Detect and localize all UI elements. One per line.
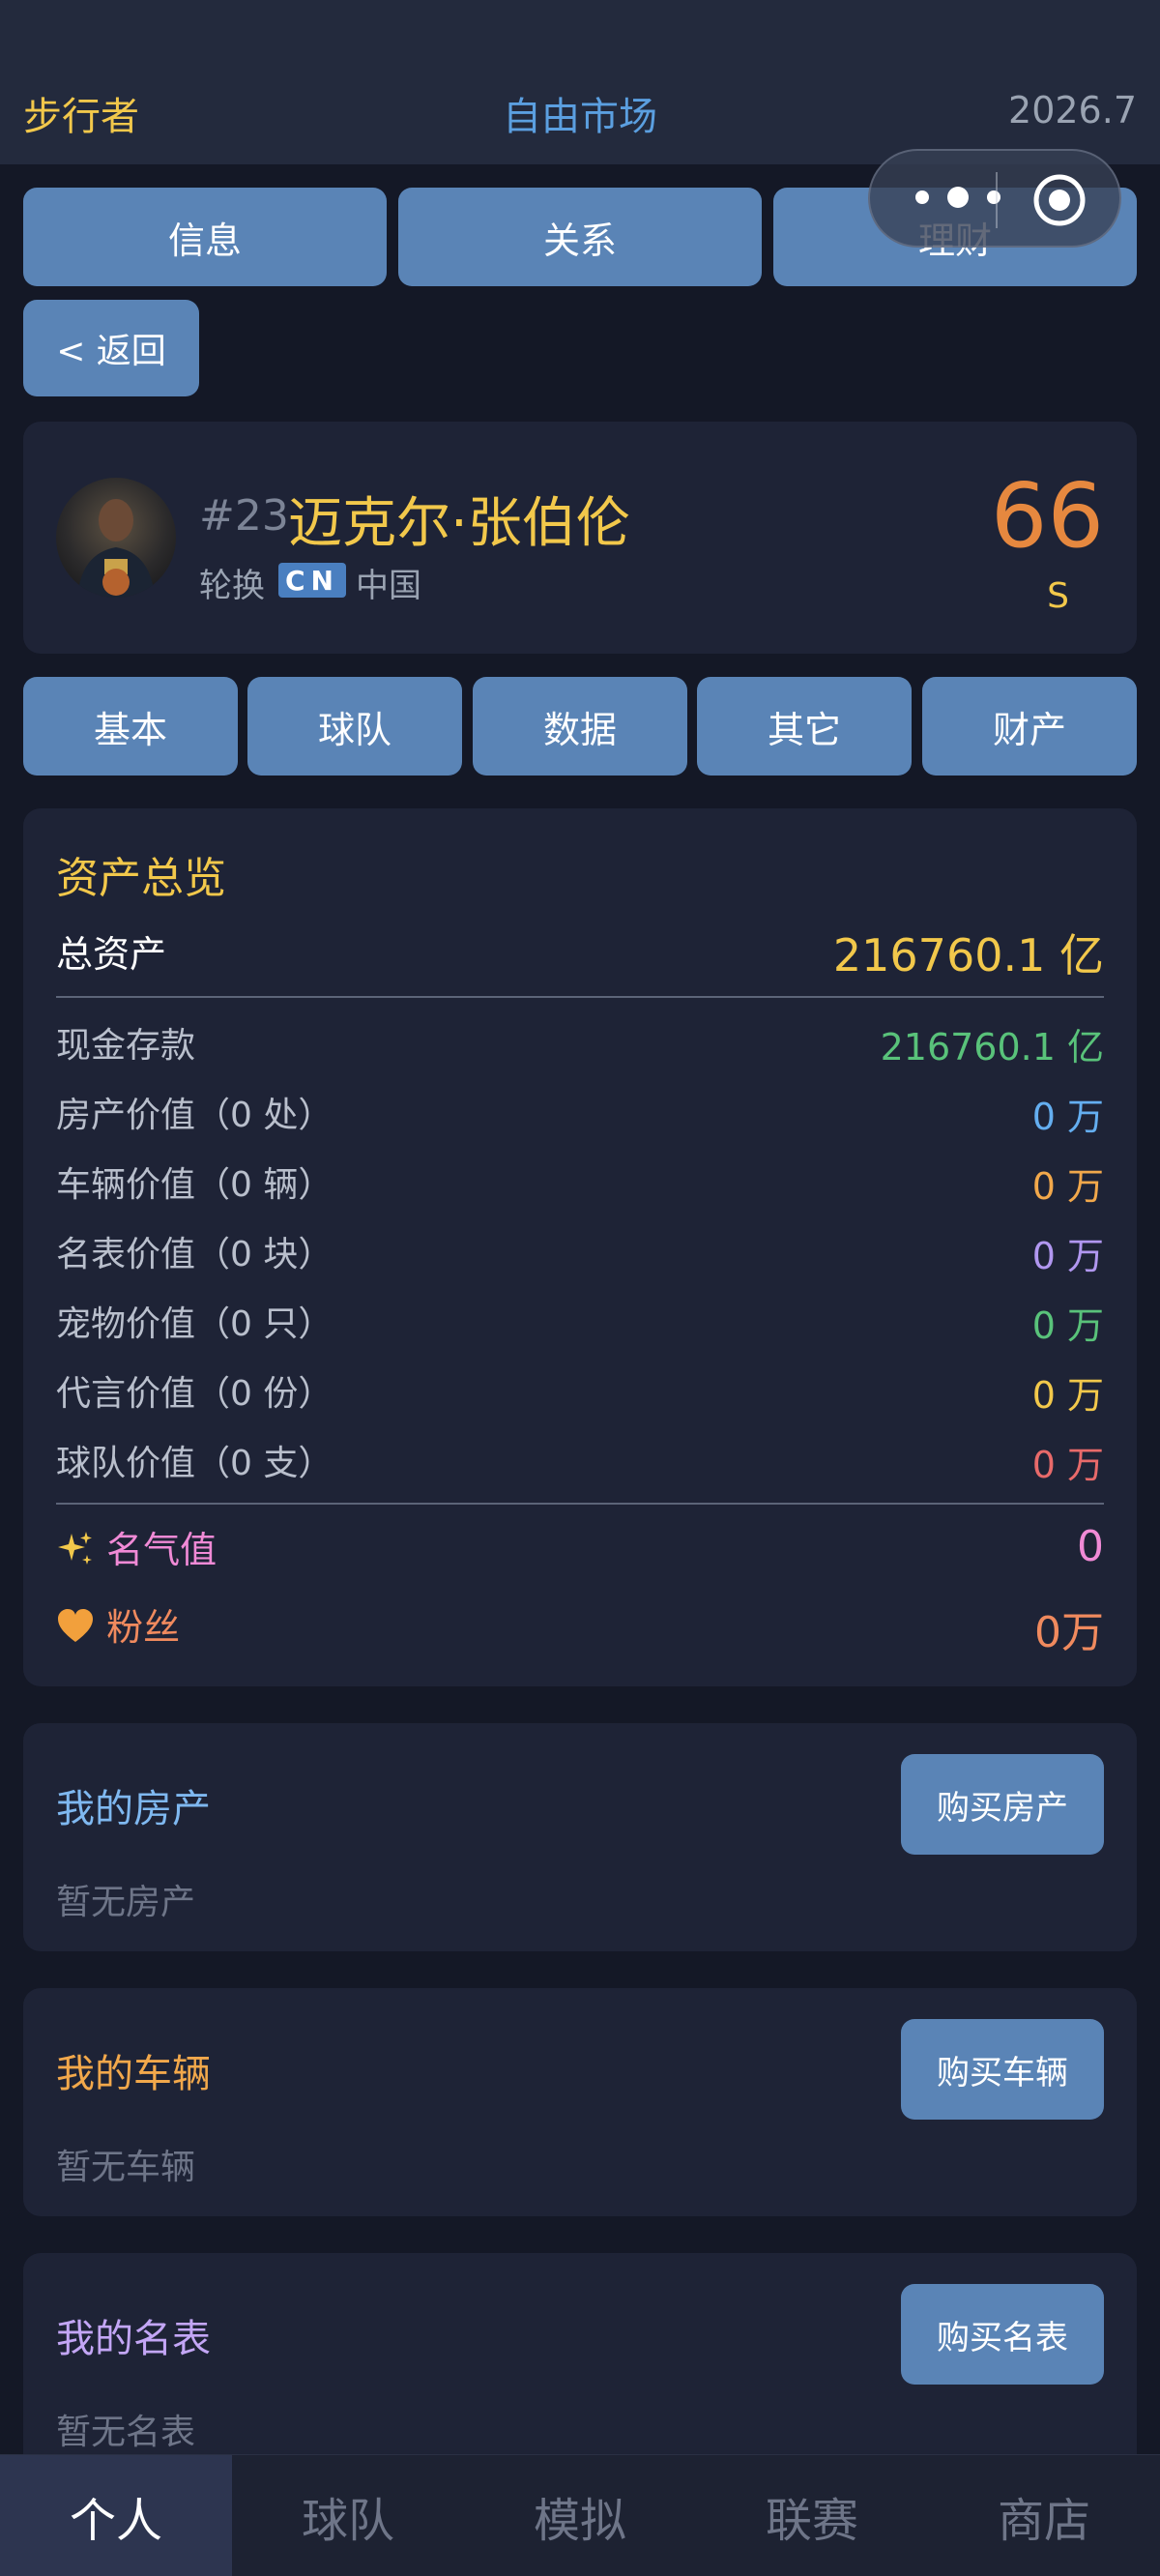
fans-row: 粉丝: [56, 1597, 180, 1651]
asset-row-value: 0 万: [1031, 1165, 1104, 1208]
asset-row-label: 代言价值（0 份）: [56, 1374, 334, 1414]
asset-row-label: 名表价值（0 块）: [56, 1235, 334, 1274]
tab-team[interactable]: 球队: [247, 677, 462, 776]
back-button[interactable]: < 返回: [23, 300, 199, 396]
empty-state-text: 暂无房产: [56, 1883, 196, 1922]
asset-overview-title: 资产总览: [56, 854, 226, 903]
empty-state-text: 暂无车辆: [56, 2148, 196, 2187]
nav-item-league[interactable]: 联赛: [696, 2455, 928, 2576]
tab-info[interactable]: 信息: [23, 188, 387, 286]
my-vehicles-card: 我的车辆 暂无车辆 购买车辆: [23, 1988, 1137, 2216]
close-target-icon[interactable]: [1032, 173, 1087, 227]
country-flag-badge: CN: [278, 563, 346, 598]
season-date: 2026.7: [1008, 89, 1137, 132]
fame-value: 0: [1077, 1522, 1104, 1571]
section-title: 我的名表: [56, 2317, 211, 2361]
player-role: 轮换: [199, 567, 265, 605]
asset-row-label: 宠物价值（0 只）: [56, 1304, 334, 1344]
player-avatar[interactable]: [56, 478, 176, 598]
my-property-card: 我的房产 暂无房产 购买房产: [23, 1723, 1137, 1951]
section-title: 我的车辆: [56, 2052, 211, 2096]
app-header: 步行者 自由市场 2026.7: [0, 0, 1160, 164]
buy-watch-button[interactable]: 购买名表: [901, 2284, 1104, 2385]
asset-row-value: 0 万: [1031, 1304, 1104, 1347]
total-assets-value: 216760.1 亿: [832, 929, 1104, 981]
empty-state-text: 暂无名表: [56, 2413, 196, 2452]
player-country: 中国: [356, 567, 421, 605]
tab-basic[interactable]: 基本: [23, 677, 238, 776]
miniprogram-capsule: [868, 149, 1121, 248]
player-grade: S: [1047, 576, 1069, 616]
nav-item-simulate[interactable]: 模拟: [464, 2455, 696, 2576]
nav-item-personal[interactable]: 个人: [0, 2455, 232, 2576]
player-name: 迈克尔·张伯伦: [288, 492, 630, 555]
sparkles-icon: [58, 1532, 92, 1565]
asset-row-label: 现金存款: [56, 1026, 196, 1066]
fans-label: 粉丝: [106, 1606, 181, 1649]
section-title: 我的房产: [56, 1787, 211, 1831]
player-portrait-icon: [77, 499, 155, 598]
tab-property[interactable]: 财产: [922, 677, 1137, 776]
player-number: #23: [199, 491, 289, 541]
divider: [56, 1503, 1104, 1505]
asset-row-value: 216760.1 亿: [880, 1026, 1104, 1068]
tab-other[interactable]: 其它: [697, 677, 912, 776]
heart-icon: [58, 1609, 93, 1642]
tab-relations[interactable]: 关系: [398, 188, 762, 286]
nav-item-shop[interactable]: 商店: [928, 2455, 1160, 2576]
fame-row: 名气值: [56, 1520, 217, 1573]
capsule-divider: [996, 172, 998, 228]
asset-row-value: 0 万: [1031, 1374, 1104, 1417]
page-title: 自由市场: [503, 95, 657, 139]
asset-row-value: 0 万: [1031, 1235, 1104, 1277]
divider: [56, 996, 1104, 998]
fame-label: 名气值: [106, 1529, 218, 1571]
player-card: #23 迈克尔·张伯伦 轮换 CN 中国 66 S: [23, 422, 1137, 654]
asset-row-label: 车辆价值（0 辆）: [56, 1165, 334, 1205]
my-watches-card: 我的名表 暂无名表 购买名表: [23, 2253, 1137, 2481]
asset-overview-card: 资产总览 总资产 216760.1 亿 现金存款 216760.1 亿 房产价值…: [23, 808, 1137, 1686]
asset-row-label: 房产价值（0 处）: [56, 1096, 334, 1135]
asset-row-label: 球队价值（0 支）: [56, 1444, 334, 1483]
tab-stats[interactable]: 数据: [473, 677, 687, 776]
buy-property-button[interactable]: 购买房产: [901, 1754, 1104, 1855]
bottom-nav: 个人 球队 模拟 联赛 商店: [0, 2454, 1160, 2576]
nav-item-team[interactable]: 球队: [232, 2455, 464, 2576]
player-rating: 66: [990, 464, 1104, 568]
total-assets-label: 总资产: [56, 933, 167, 976]
asset-row-value: 0 万: [1031, 1096, 1104, 1138]
asset-row-value: 0 万: [1031, 1444, 1104, 1486]
buy-vehicle-button[interactable]: 购买车辆: [901, 2019, 1104, 2120]
fans-value: 0万: [1034, 1608, 1104, 1657]
